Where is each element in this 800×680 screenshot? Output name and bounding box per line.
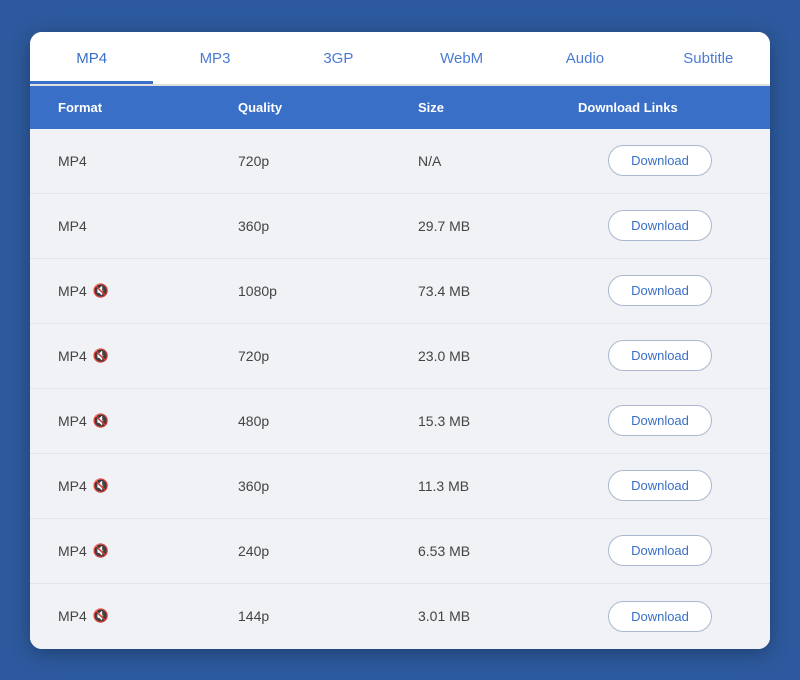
download-cell: Download <box>570 389 750 452</box>
table-row: MP4 360p29.7 MB Download <box>30 194 770 259</box>
mute-icon: 🔇 <box>93 478 109 494</box>
format-label: MP4 <box>58 543 87 559</box>
table-row: MP4 🔇 360p11.3 MB Download <box>30 454 770 519</box>
mute-icon: 🔇 <box>93 413 109 429</box>
quality-cell: 360p <box>230 202 410 250</box>
size-cell: N/A <box>410 137 570 185</box>
table-row: MP4 🔇 720p23.0 MB Download <box>30 324 770 389</box>
format-label: MP4 <box>58 413 87 429</box>
quality-cell: 240p <box>230 527 410 575</box>
tab-mp4[interactable]: MP4 <box>30 32 153 84</box>
size-cell: 73.4 MB <box>410 267 570 315</box>
tab-3gp[interactable]: 3GP <box>277 32 400 84</box>
format-label: MP4 <box>58 283 87 299</box>
tab-audio[interactable]: Audio <box>523 32 646 84</box>
mute-icon: 🔇 <box>93 283 109 299</box>
format-label: MP4 <box>58 478 87 494</box>
tab-mp3[interactable]: MP3 <box>153 32 276 84</box>
table-row: MP4 🔇 480p15.3 MB Download <box>30 389 770 454</box>
download-button[interactable]: Download <box>608 340 712 371</box>
col-header-size: Size <box>410 96 570 119</box>
size-cell: 23.0 MB <box>410 332 570 380</box>
format-cell: MP4 🔇 <box>50 267 230 315</box>
size-cell: 3.01 MB <box>410 592 570 640</box>
download-button[interactable]: Download <box>608 535 712 566</box>
size-cell: 11.3 MB <box>410 462 570 510</box>
download-cell: Download <box>570 324 750 387</box>
format-cell: MP4 🔇 <box>50 462 230 510</box>
download-cell: Download <box>570 129 750 192</box>
tab-subtitle[interactable]: Subtitle <box>647 32 770 84</box>
table-row: MP4 🔇 1080p73.4 MB Download <box>30 259 770 324</box>
format-cell: MP4 🔇 <box>50 397 230 445</box>
tab-webm[interactable]: WebM <box>400 32 523 84</box>
col-header-quality: Quality <box>230 96 410 119</box>
tab-bar: MP4MP33GPWebMAudioSubtitle <box>30 32 770 86</box>
main-card: MP4MP33GPWebMAudioSubtitle FormatQuality… <box>30 32 770 649</box>
format-label: MP4 <box>58 218 87 234</box>
download-cell: Download <box>570 194 750 257</box>
table-row: MP4 720pN/A Download <box>30 129 770 194</box>
quality-cell: 144p <box>230 592 410 640</box>
format-label: MP4 <box>58 608 87 624</box>
table-row: MP4 🔇 240p6.53 MB Download <box>30 519 770 584</box>
format-cell: MP4 🔇 <box>50 527 230 575</box>
download-cell: Download <box>570 519 750 582</box>
download-cell: Download <box>570 454 750 517</box>
download-button[interactable]: Download <box>608 275 712 306</box>
format-cell: MP4 <box>50 202 230 250</box>
quality-cell: 720p <box>230 137 410 185</box>
col-header-download-links: Download Links <box>570 96 750 119</box>
download-button[interactable]: Download <box>608 210 712 241</box>
download-cell: Download <box>570 259 750 322</box>
mute-icon: 🔇 <box>93 348 109 364</box>
size-cell: 6.53 MB <box>410 527 570 575</box>
format-label: MP4 <box>58 153 87 169</box>
size-cell: 15.3 MB <box>410 397 570 445</box>
download-button[interactable]: Download <box>608 405 712 436</box>
download-button[interactable]: Download <box>608 470 712 501</box>
format-label: MP4 <box>58 348 87 364</box>
size-cell: 29.7 MB <box>410 202 570 250</box>
mute-icon: 🔇 <box>93 608 109 624</box>
quality-cell: 1080p <box>230 267 410 315</box>
quality-cell: 480p <box>230 397 410 445</box>
quality-cell: 720p <box>230 332 410 380</box>
mute-icon: 🔇 <box>93 543 109 559</box>
col-header-format: Format <box>50 96 230 119</box>
table-row: MP4 🔇 144p3.01 MB Download <box>30 584 770 649</box>
quality-cell: 360p <box>230 462 410 510</box>
format-cell: MP4 <box>50 137 230 185</box>
format-cell: MP4 🔇 <box>50 592 230 640</box>
download-button[interactable]: Download <box>608 601 712 632</box>
download-cell: Download <box>570 585 750 648</box>
download-button[interactable]: Download <box>608 145 712 176</box>
format-cell: MP4 🔇 <box>50 332 230 380</box>
table-header: FormatQualitySizeDownload Links <box>30 86 770 129</box>
table-body: MP4720pN/ADownloadMP4360p29.7 MBDownload… <box>30 129 770 649</box>
